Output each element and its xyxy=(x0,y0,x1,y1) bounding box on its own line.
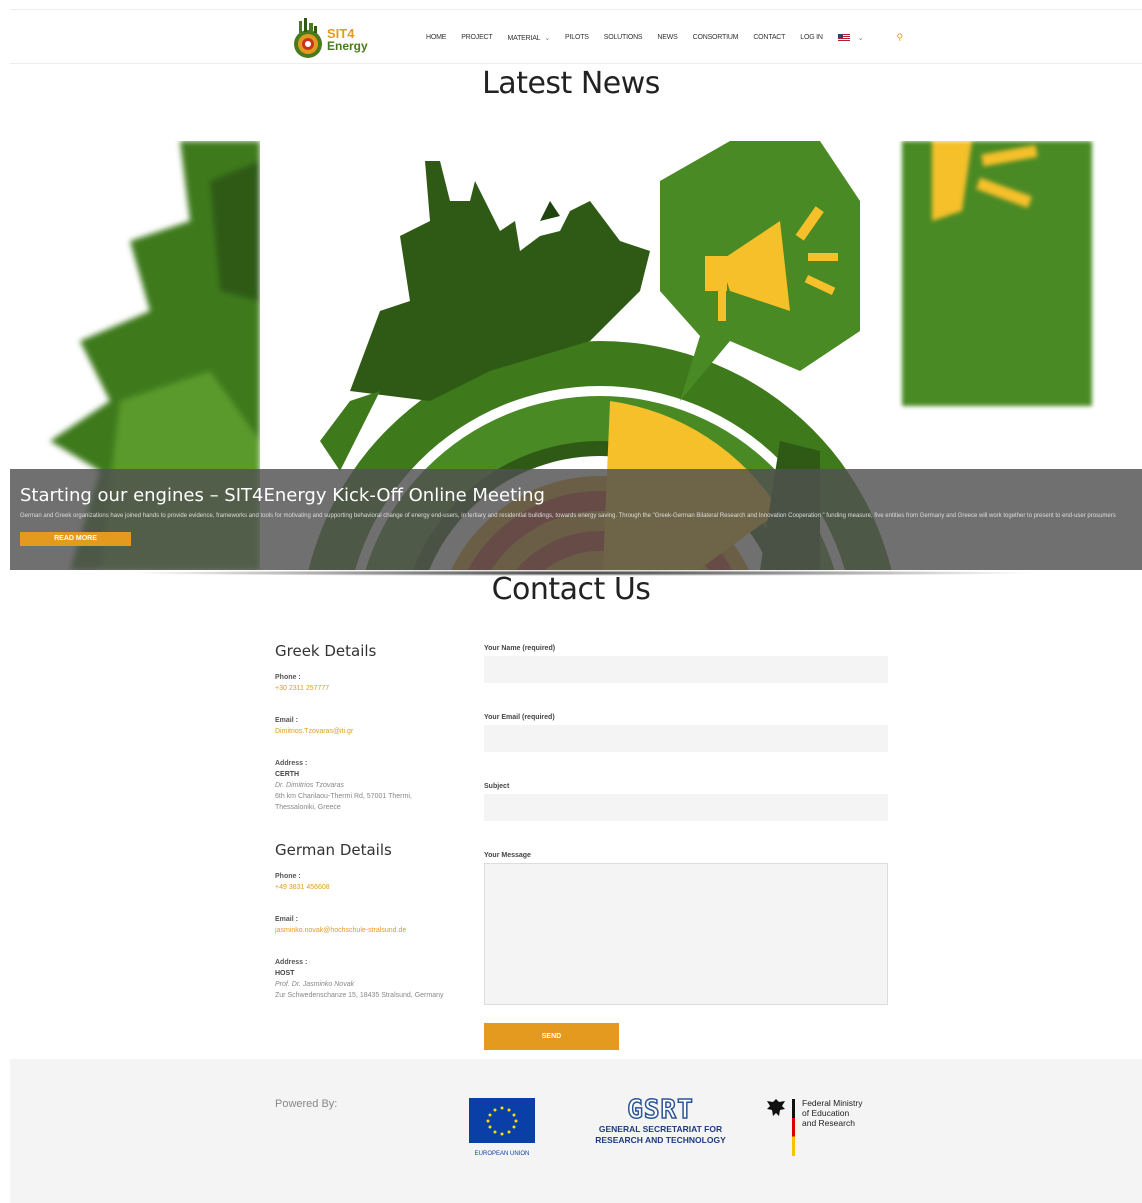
slide-excerpt: German and Greek organizations have join… xyxy=(20,513,1116,519)
us-flag-icon xyxy=(837,34,850,42)
news-section-title: Latest News xyxy=(482,66,660,101)
nav-consortium[interactable]: CONSORTIUM xyxy=(693,34,739,41)
eu-logo[interactable]: EUROPEAN UNION xyxy=(469,1098,535,1158)
slide-caption: Starting our engines – SIT4Energy Kick-O… xyxy=(10,469,1142,570)
nav-contact[interactable]: CONTACT xyxy=(753,34,785,41)
nav-material[interactable]: MATERIAL ⌄ xyxy=(507,34,550,42)
greek-person: Dr. Dimitrios Tzovaras xyxy=(275,782,344,789)
search-icon[interactable]: ⚲ xyxy=(896,32,903,43)
nav-login[interactable]: LOG IN xyxy=(800,34,823,41)
subject-label: Subject xyxy=(484,783,510,790)
greek-org: CERTH xyxy=(275,771,300,778)
german-details: German Details Phone : +49 3831 456608 E… xyxy=(275,841,475,1001)
powered-by-label: Powered By: xyxy=(275,1098,338,1110)
read-more-button[interactable]: READ MORE xyxy=(20,532,131,546)
logo-secondary: Energy xyxy=(327,39,368,53)
gsrt-logo[interactable]: GSRT GENERAL SECRETARIAT FOR RESEARCH AN… xyxy=(588,1095,733,1161)
gsrt-line1: GENERAL SECRETARIAT FOR xyxy=(598,1124,723,1134)
send-button[interactable]: SEND xyxy=(484,1023,619,1050)
greek-details: Greek Details Phone : +30 2311 257777 Em… xyxy=(275,642,475,813)
greek-address-line1: 6th km Charilaou-Thermi Rd, 57001 Thermi… xyxy=(275,793,412,800)
gsrt-line2: RESEARCH AND TECHNOLOGY xyxy=(595,1135,726,1145)
greek-phone-label: Phone : xyxy=(275,674,301,681)
bmbf-logo[interactable]: Federal Ministry of Education and Resear… xyxy=(765,1096,885,1158)
nav-pilots[interactable]: PILOTS xyxy=(565,34,589,41)
slide-title[interactable]: Starting our engines – SIT4Energy Kick-O… xyxy=(20,485,545,506)
german-org: HOST xyxy=(275,970,295,977)
greek-email-link[interactable]: Dimitrios.Tzovaras@iti.gr xyxy=(275,726,475,737)
greek-details-heading: Greek Details xyxy=(275,642,377,660)
name-label: Your Name (required) xyxy=(484,645,556,652)
chevron-down-icon: ⌄ xyxy=(857,34,864,42)
eu-label: EUROPEAN UNION xyxy=(474,1151,530,1157)
bmbf-line1: Federal Ministry xyxy=(802,1098,863,1108)
contact-form: Your Name (required) Your Email (require… xyxy=(484,645,888,1005)
german-flag-bar xyxy=(792,1099,795,1156)
main-nav: HOME PROJECT MATERIAL ⌄ PILOTS SOLUTIONS … xyxy=(426,32,903,43)
contact-section-title: Contact Us xyxy=(491,572,651,607)
german-phone-link[interactable]: +49 3831 456608 xyxy=(275,882,475,893)
nav-project[interactable]: PROJECT xyxy=(461,34,492,41)
german-details-heading: German Details xyxy=(275,841,392,859)
footer: Powered By: EUROPEAN UNION GSRT GENERAL … xyxy=(10,1059,1142,1203)
logo-wordmark[interactable]: SIT4 Energy xyxy=(327,27,368,53)
german-email-label: Email : xyxy=(275,916,298,923)
greek-address-line2: Thessaloniki, Greece xyxy=(275,804,341,811)
subject-field[interactable] xyxy=(484,794,888,821)
greek-email-label: Email : xyxy=(275,717,298,724)
bmbf-line3: and Research xyxy=(802,1118,855,1128)
gsrt-wordmark: GSRT xyxy=(626,1095,694,1125)
slide-next-image[interactable] xyxy=(902,141,1092,406)
email-field[interactable] xyxy=(484,725,888,752)
nav-home[interactable]: HOME xyxy=(426,34,446,41)
german-phone-label: Phone : xyxy=(275,873,301,880)
language-selector[interactable]: ⌄ xyxy=(837,34,864,42)
message-label: Your Message xyxy=(484,852,531,859)
german-person: Prof. Dr. Jasminko Novak xyxy=(275,981,355,988)
chevron-down-icon: ⌄ xyxy=(544,34,551,42)
eu-flag-icon xyxy=(469,1098,535,1143)
news-slider[interactable]: Starting our engines – SIT4Energy Kick-O… xyxy=(10,141,1142,570)
site-header: SIT4 Energy HOME PROJECT MATERIAL ⌄ PILOT… xyxy=(10,9,1142,64)
email-label: Your Email (required) xyxy=(484,714,555,721)
message-field[interactable] xyxy=(484,863,888,1005)
greek-phone-link[interactable]: +30 2311 257777 xyxy=(275,683,475,694)
nav-solutions[interactable]: SOLUTIONS xyxy=(604,34,643,41)
german-eagle-icon xyxy=(767,1099,785,1116)
nav-material-label: MATERIAL xyxy=(507,34,541,42)
bmbf-text: Federal Ministry of Education and Resear… xyxy=(802,1098,862,1128)
german-address-label: Address : xyxy=(275,959,308,966)
greek-address-label: Address : xyxy=(275,760,308,767)
nav-news[interactable]: NEWS xyxy=(657,34,677,41)
name-field[interactable] xyxy=(484,656,888,683)
german-email-link[interactable]: jasminko.novak@hochschule-stralsund.de xyxy=(275,925,475,936)
bmbf-line2: of Education xyxy=(802,1108,850,1118)
german-address-line1: Zur Schwedenschanze 15, 18435 Stralsund,… xyxy=(275,992,444,999)
